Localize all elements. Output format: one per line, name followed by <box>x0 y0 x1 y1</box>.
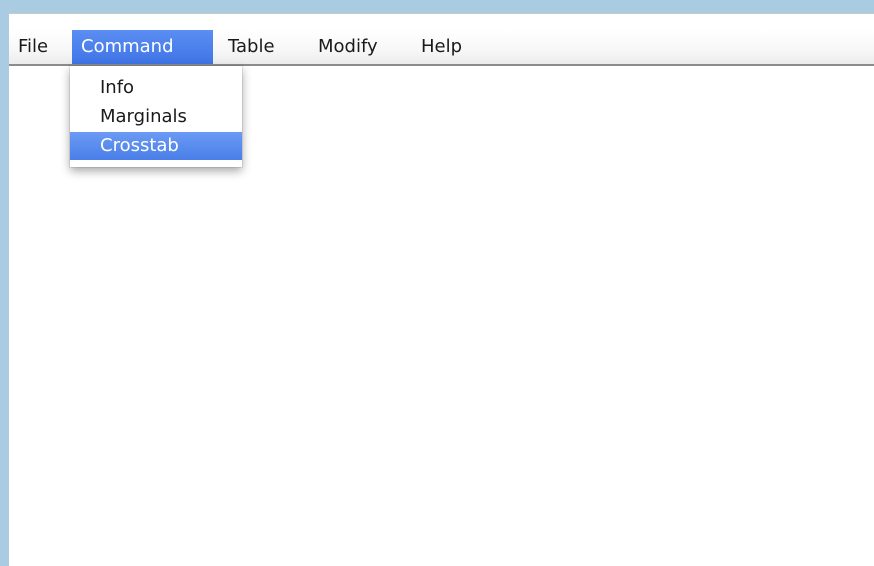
menu-file[interactable]: File <box>9 30 57 64</box>
menu-table[interactable]: Table <box>219 30 284 64</box>
app-window: File Command Table Modify Help Info Marg… <box>9 13 874 566</box>
menu-help[interactable]: Help <box>412 30 471 64</box>
menu-command[interactable]: Command <box>72 30 213 64</box>
menu-modify[interactable]: Modify <box>309 30 387 64</box>
menu-bar: File Command Table Modify Help <box>9 30 874 66</box>
content-area <box>9 66 874 566</box>
